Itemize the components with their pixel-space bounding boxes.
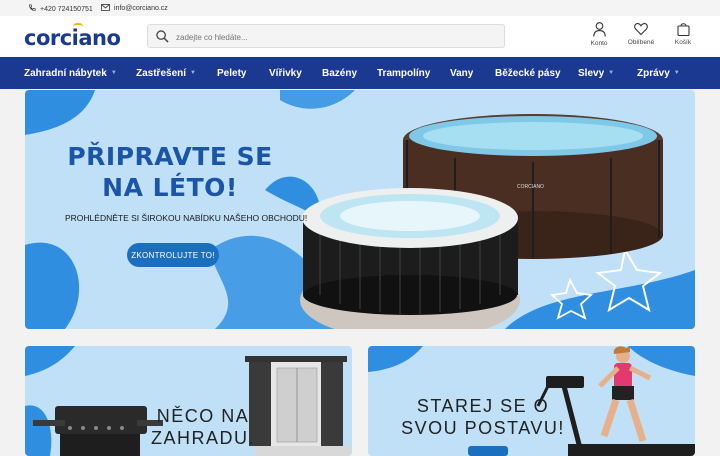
- nav-label: Zprávy: [637, 67, 670, 79]
- account-link[interactable]: Konto: [579, 22, 619, 47]
- favorites-label: Oblíbené: [627, 39, 655, 46]
- nav-item-roofing[interactable]: Zastřešení ▼: [136, 57, 196, 89]
- heart-icon: [634, 23, 648, 36]
- pool-brand-label: CORCIANO: [517, 184, 544, 190]
- account-label: Konto: [590, 40, 608, 47]
- search-bar[interactable]: [147, 24, 505, 48]
- main-navigation: Zahradní nábytek ▼ Zastřešení ▼ Pelety Víř…: [0, 57, 720, 89]
- nav-label: Zahradní nábytek: [24, 67, 107, 79]
- chevron-down-icon: ▼: [608, 70, 615, 76]
- card-title-line1: STAREJ SE O: [416, 396, 550, 416]
- card-title-line1: NĚCO NA: [156, 406, 250, 426]
- top-contact-bar: +420 724150751 info@corciano.cz: [0, 0, 720, 16]
- hero-banner[interactable]: CORCIANO PŘIPRAVTE SE NA LÉTO! PROHLÉDNĚ…: [25, 90, 695, 329]
- nav-label: Trampolíny: [377, 67, 431, 79]
- nav-item-pellets[interactable]: Pelety: [217, 57, 246, 89]
- nav-item-pools[interactable]: Bazény: [322, 57, 357, 89]
- banner-subtitle: PROHLÉDNĚTE SI ŠIROKOU NABÍDKU NAŠEHO OB…: [65, 213, 308, 223]
- email-contact[interactable]: info@corciano.cz: [101, 4, 168, 13]
- nav-item-news[interactable]: Zprávy ▼: [637, 57, 680, 89]
- nav-item-treadmills[interactable]: Běžecké pásy: [495, 57, 561, 89]
- nav-label: Vířivky: [269, 67, 302, 79]
- search-icon[interactable]: [156, 30, 169, 48]
- promo-card-garden[interactable]: NĚCO NA ZAHRADU.: [25, 346, 352, 456]
- chevron-down-icon: ▼: [673, 70, 680, 76]
- nav-item-trampolines[interactable]: Trampolíny: [377, 57, 430, 89]
- chevron-down-icon: ▼: [190, 70, 196, 76]
- nav-label: Bazény: [322, 67, 358, 79]
- user-icon: [592, 22, 606, 37]
- nav-item-garden-furniture[interactable]: Zahradní nábytek ▼: [24, 57, 117, 89]
- nav-item-bathtubs[interactable]: Vany: [450, 57, 473, 89]
- nav-label: Slevy: [578, 67, 605, 79]
- email-address: info@corciano.cz: [114, 5, 168, 12]
- phone-icon: [28, 4, 36, 14]
- banner-decoration: CORCIANO: [25, 90, 695, 329]
- banner-title-line1: PŘIPRAVTE SE: [67, 142, 273, 171]
- nav-item-sale[interactable]: Slevy ▼: [578, 57, 614, 89]
- corciano-logo[interactable]: corciano: [24, 23, 121, 50]
- nav-label: Vany: [450, 67, 474, 79]
- chevron-down-icon: ▼: [110, 70, 117, 76]
- nav-label: Zastřešení: [136, 67, 187, 79]
- card-title-line2: ZAHRADU.: [150, 428, 255, 448]
- nav-item-hot-tubs[interactable]: Vířivky: [269, 57, 302, 89]
- phone-contact[interactable]: +420 724150751: [28, 4, 93, 14]
- cart-link[interactable]: Košík: [663, 22, 703, 46]
- card-title-line2: SVOU POSTAVU!: [401, 418, 565, 438]
- phone-number: +420 724150751: [40, 5, 93, 13]
- banner-title-line2: NA LÉTO!: [102, 173, 238, 202]
- mail-icon: [101, 4, 110, 13]
- nav-label: Pelety: [217, 67, 247, 79]
- cart-label: Košík: [674, 39, 692, 46]
- nav-label: Běžecké pásy: [495, 67, 561, 79]
- logo-accent-arc: [73, 23, 83, 27]
- site-header: corciano Konto Oblíbené Košík: [0, 16, 720, 57]
- check-it-button[interactable]: ZKONTROLUJTE TO!: [127, 243, 219, 267]
- shopping-bag-icon: [676, 23, 690, 36]
- promo-card-fitness[interactable]: STAREJ SE O SVOU POSTAVU!: [368, 346, 695, 456]
- favorites-link[interactable]: Oblíbené: [621, 22, 661, 46]
- logo-text: corciano: [24, 26, 121, 50]
- search-input[interactable]: [176, 29, 496, 45]
